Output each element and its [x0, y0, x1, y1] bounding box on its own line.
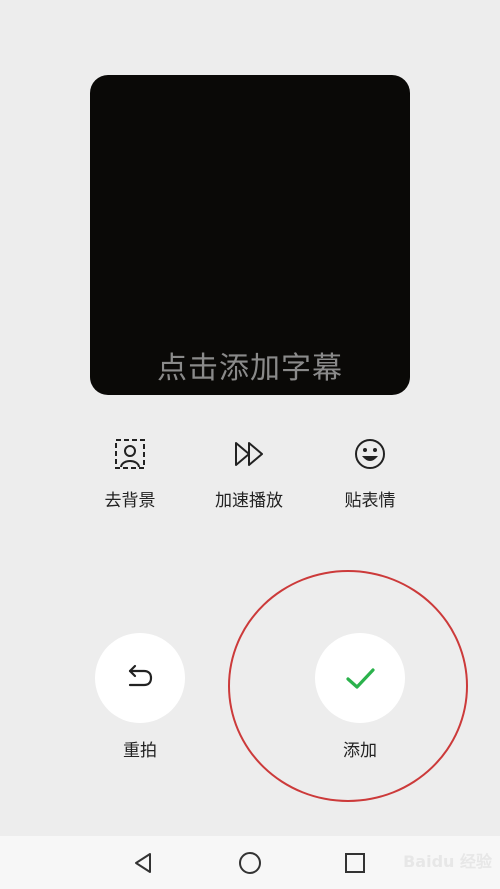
remove-background-label: 去背景: [104, 491, 156, 511]
back-icon: [135, 853, 151, 873]
fast-forward-icon: [235, 442, 263, 466]
sticker-tool[interactable]: 贴表情: [310, 436, 430, 511]
retake-button[interactable]: [95, 633, 185, 723]
speed-up-label: 加速播放: [215, 491, 283, 511]
speed-up-tool[interactable]: 加速播放: [189, 436, 309, 511]
add-caption-placeholder[interactable]: 点击添加字幕: [90, 343, 410, 387]
portrait-frame-icon: [115, 439, 145, 469]
undo-icon: [128, 664, 153, 687]
nav-home-button[interactable]: [235, 848, 265, 878]
sticker-label: 贴表情: [344, 491, 396, 511]
retake-label: 重拍: [123, 741, 157, 761]
highlight-circle-annotation: [228, 570, 468, 802]
remove-background-tool[interactable]: 去背景: [70, 436, 190, 511]
baidu-watermark: Baidu 经验: [403, 852, 492, 871]
nav-back-button[interactable]: [128, 848, 158, 878]
video-preview[interactable]: 点击添加字幕: [90, 75, 410, 395]
smiley-icon: [355, 439, 385, 469]
nav-recents-button[interactable]: [340, 848, 370, 878]
recents-icon: [345, 853, 365, 873]
home-icon: [239, 852, 261, 874]
